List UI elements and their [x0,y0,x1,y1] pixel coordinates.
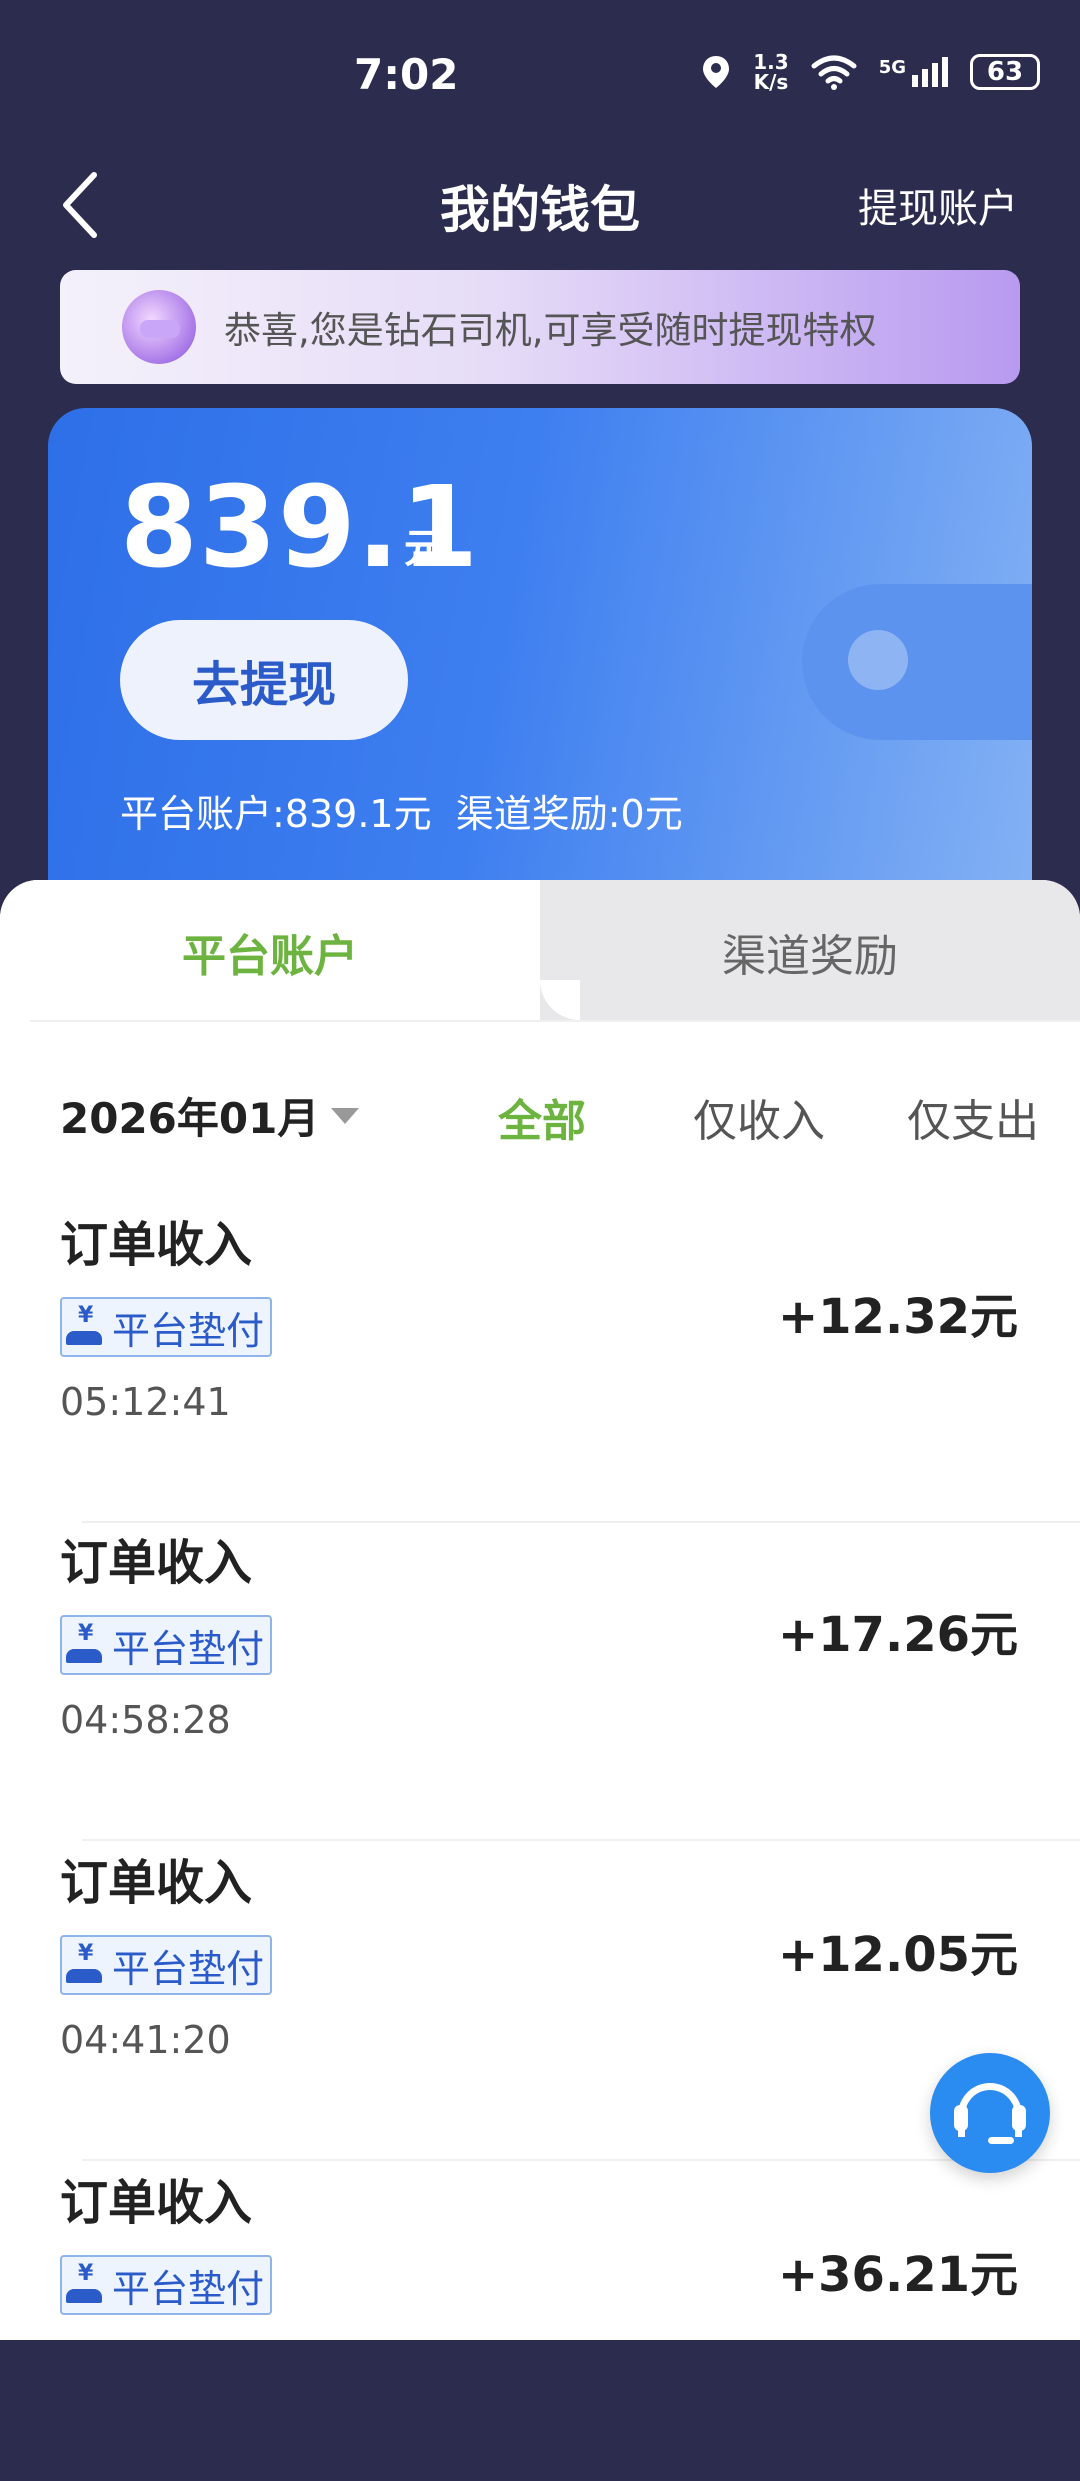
transaction-tag: ¥ 平台垫付 [60,2255,273,2315]
row-divider [82,1839,1080,1841]
transaction-amount: +36.21元 [777,2247,1018,2303]
tab-platform-account[interactable]: 平台账户 [0,920,540,984]
status-bar: 7:02 1.3 K/s 5G 63 [0,0,1080,150]
transaction-amount: +12.32元 [777,1289,1018,1345]
transaction-row[interactable]: 订单收入 ¥ 平台垫付 05:12:41 +12.32元 [0,1205,1080,1523]
transaction-tag: ¥ 平台垫付 [60,1615,273,1675]
balance-detail: 平台账户:839.1元 渠道奖励:0元 [120,792,683,836]
tab-channel-reward[interactable]: 渠道奖励 [540,920,1080,984]
transaction-amount: +12.05元 [777,1927,1018,1983]
location-icon [703,56,730,88]
wallet-icon [802,584,1032,740]
transaction-amount: +17.26元 [777,1607,1018,1663]
transaction-time: 04:58:28 [60,1698,231,1742]
transaction-title: 订单收入 [60,1855,253,1911]
status-time: 7:02 [354,50,459,99]
withdraw-account-link[interactable]: 提现账户 [858,176,1018,234]
customer-service-button[interactable] [930,2053,1050,2173]
month-label: 2026年01月 [60,1094,320,1143]
caret-down-icon [331,1107,360,1124]
signal-icon: 5G [879,57,948,87]
vip-banner[interactable]: 恭喜,您是钻石司机,可享受随时提现特权 [60,270,1020,384]
yen-hand-icon: ¥ [64,2261,108,2307]
filter-income-only[interactable]: 仅收入 [693,1085,825,1149]
network-speed: 1.3 K/s [753,50,789,94]
divider [30,1020,1080,1022]
balance-unit: 元 [404,526,444,572]
transaction-title: 订单收入 [60,1535,253,1591]
filter-expense-only[interactable]: 仅支出 [907,1085,1039,1149]
row-divider [82,2159,1080,2161]
transaction-tag: ¥ 平台垫付 [60,1297,273,1357]
transaction-row[interactable]: 订单收入 ¥ 平台垫付 04:41:20 +12.05元 [0,1843,1080,2161]
transaction-title: 订单收入 [60,2175,253,2231]
vip-banner-text: 恭喜,您是钻石司机,可享受随时提现特权 [224,309,877,352]
month-selector[interactable]: 2026年01月 [60,1085,360,1146]
yen-hand-icon: ¥ [64,1621,108,1667]
status-icons: 1.3 K/s 5G 63 [701,52,1040,92]
withdraw-button[interactable]: 去提现 [120,620,408,740]
car-icon [122,290,196,364]
transaction-time: 05:12:41 [60,1380,231,1424]
battery-icon: 63 [970,54,1040,90]
wifi-icon [811,55,857,90]
yen-hand-icon: ¥ [64,1941,108,1987]
transaction-title: 订单收入 [60,1217,253,1273]
transaction-row[interactable]: 订单收入 ¥ 平台垫付 04:58:28 +17.26元 [0,1523,1080,1841]
transaction-tag: ¥ 平台垫付 [60,1935,273,1995]
transaction-row[interactable]: 订单收入 ¥ 平台垫付 +36.21元 [0,2163,1080,2481]
yen-hand-icon: ¥ [64,1303,108,1349]
filter-all[interactable]: 全部 [498,1085,586,1149]
transaction-time: 04:41:20 [60,2018,231,2062]
